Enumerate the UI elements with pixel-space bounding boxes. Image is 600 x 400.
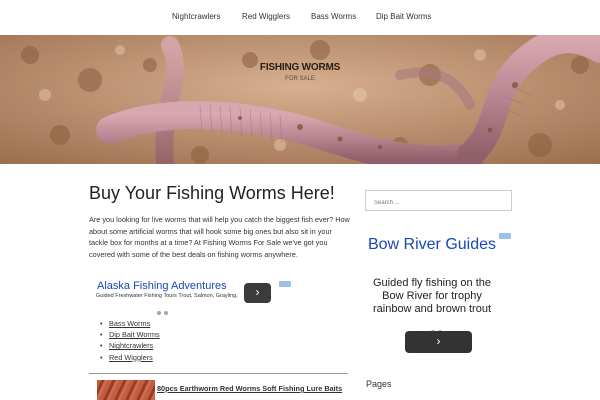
- nav-item-bass-worms[interactable]: Bass Worms: [311, 12, 356, 21]
- adchoices-icon[interactable]: [279, 281, 291, 287]
- list-item: Nightcrawlers: [100, 340, 160, 351]
- product-title-link[interactable]: 80pcs Earthworm Red Worms Soft Fishing L…: [157, 383, 357, 394]
- inline-ad-subtitle: Guided Freshwater Fishing Tours Trout, S…: [96, 293, 238, 299]
- sidebar-ad-description: Guided fly fishing on the Bow River for …: [372, 277, 492, 315]
- main-content: Buy Your Fishing Worms Here! Are you loo…: [89, 183, 351, 400]
- pagination-dot[interactable]: [157, 311, 161, 315]
- page-title: Buy Your Fishing Worms Here!: [89, 183, 335, 203]
- adchoices-icon[interactable]: [499, 233, 511, 239]
- intro-paragraph: Are you looking for live worms that will…: [89, 215, 350, 259]
- list-item: Dip Bait Worms: [100, 329, 160, 340]
- nav-item-dip-bait-worms[interactable]: Dip Bait Worms: [376, 12, 431, 21]
- site-tagline: FOR SALE: [285, 76, 315, 82]
- category-link-nightcrawlers[interactable]: Nightcrawlers: [109, 341, 153, 350]
- pages-widget-title: Pages: [366, 379, 392, 389]
- pagination-dot[interactable]: [164, 311, 168, 315]
- list-item: Red Wigglers: [100, 352, 160, 363]
- category-link-list: Bass Worms Dip Bait Worms Nightcrawlers …: [100, 318, 160, 363]
- nav-item-nightcrawlers[interactable]: Nightcrawlers: [172, 12, 220, 21]
- search-form: [365, 190, 512, 213]
- top-navigation: Nightcrawlers Red Wigglers Bass Worms Di…: [0, 0, 600, 35]
- nav-item-red-wigglers[interactable]: Red Wigglers: [242, 12, 290, 21]
- search-input[interactable]: [366, 193, 511, 213]
- category-link-dip-bait-worms[interactable]: Dip Bait Worms: [109, 330, 160, 339]
- sidebar-ad[interactable]: Bow River Guides Guided fly fishing on t…: [365, 233, 512, 353]
- section-divider: [89, 373, 348, 374]
- inline-ad[interactable]: Alaska Fishing Adventures Guided Freshwa…: [89, 280, 291, 306]
- sidebar-ad-title[interactable]: Bow River Guides: [365, 236, 499, 254]
- list-item: Bass Worms: [100, 318, 160, 329]
- earthworm-soil-image: [0, 35, 600, 164]
- product-thumbnail[interactable]: [97, 380, 155, 400]
- category-link-bass-worms[interactable]: Bass Worms: [109, 319, 150, 328]
- sidebar-ad-arrow-button[interactable]: ›: [405, 331, 472, 353]
- site-title[interactable]: FISHING WORMS: [0, 62, 600, 73]
- inline-ad-arrow-button[interactable]: ›: [244, 283, 271, 303]
- inline-ad-title[interactable]: Alaska Fishing Adventures: [97, 280, 227, 292]
- hero-header-image: FISHING WORMS FOR SALE: [0, 35, 600, 164]
- category-link-red-wigglers[interactable]: Red Wigglers: [109, 353, 153, 362]
